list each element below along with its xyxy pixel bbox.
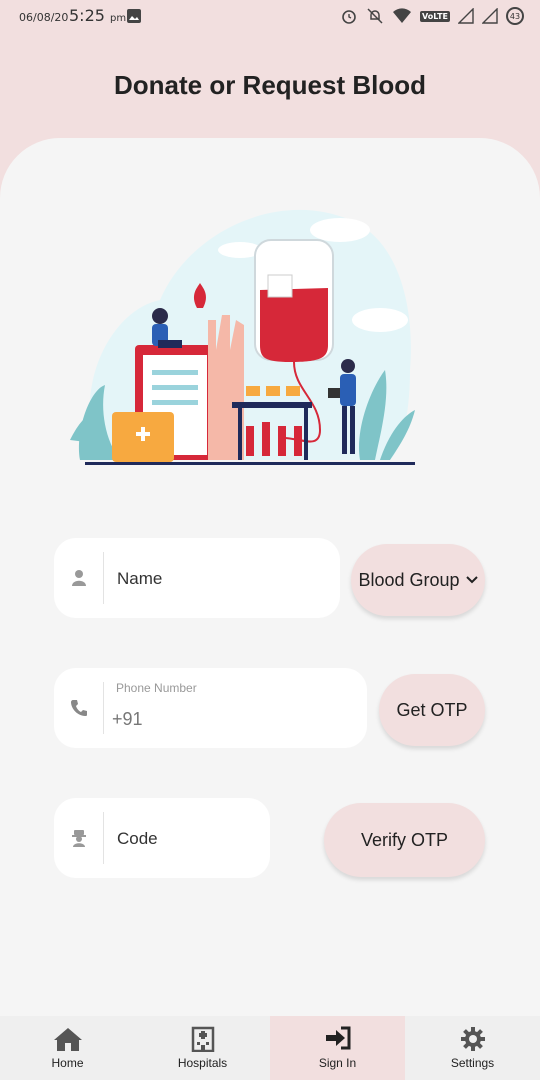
battery-icon: 43 [506, 7, 524, 25]
sign-in-icon [325, 1026, 350, 1050]
status-time-value: 5:25 [69, 6, 105, 25]
status-ampm: pm [110, 13, 127, 24]
mute-notifications-icon [367, 8, 383, 24]
nav-item-hospitals[interactable]: Hospitals [135, 1016, 270, 1080]
hospital-icon [191, 1026, 214, 1052]
phone-input[interactable]: +91 [112, 709, 143, 730]
code-field[interactable]: Code [54, 798, 270, 878]
user-icon [54, 538, 104, 618]
nav-item-sign-in[interactable]: Sign In [270, 1016, 405, 1080]
image-notification-icon [127, 9, 141, 23]
nav-item-settings[interactable]: Settings [405, 1016, 540, 1080]
nav-label-sign-in: Sign In [318, 1056, 357, 1070]
signal-icon [458, 8, 474, 24]
nav-item-home[interactable]: Home [0, 1016, 135, 1080]
signal-2-icon [482, 8, 498, 24]
gear-icon [460, 1027, 485, 1051]
status-bar: 06/08/20 5:25 pm VoLTE 43 [0, 0, 540, 34]
verify-otp-button[interactable]: Verify OTP [324, 803, 485, 877]
home-icon [53, 1028, 82, 1051]
blood-group-label: Blood Group [358, 569, 460, 590]
alarm-icon [342, 10, 356, 24]
status-time: 5:25 pm [69, 6, 126, 25]
phone-label: Phone Number [116, 681, 197, 695]
status-date: 06/08/20 [19, 11, 69, 24]
nav-label-hospitals: Hospitals [177, 1056, 228, 1070]
chevron-down-icon [465, 576, 478, 584]
nav-label-home: Home [51, 1056, 84, 1070]
wifi-icon [393, 8, 412, 23]
phone-field[interactable]: Phone Number +91 [54, 668, 367, 748]
blood-group-dropdown[interactable]: Blood Group [351, 544, 485, 616]
name-field[interactable]: Name [54, 538, 340, 618]
code-input[interactable]: Code [117, 829, 158, 849]
get-otp-button[interactable]: Get OTP [379, 674, 485, 746]
volte-badge: VoLTE [420, 10, 450, 22]
field-divider [103, 552, 104, 604]
field-divider [103, 812, 104, 864]
nav-label-settings: Settings [450, 1056, 495, 1070]
name-input[interactable]: Name [117, 569, 162, 589]
blood-donation-illustration [70, 209, 415, 465]
page-title: Donate or Request Blood [113, 70, 426, 100]
field-divider [103, 682, 104, 734]
secret-agent-icon [54, 798, 104, 878]
bottom-navigation: Home Hospitals Sign In Settings [0, 1016, 540, 1080]
phone-icon [54, 668, 104, 748]
